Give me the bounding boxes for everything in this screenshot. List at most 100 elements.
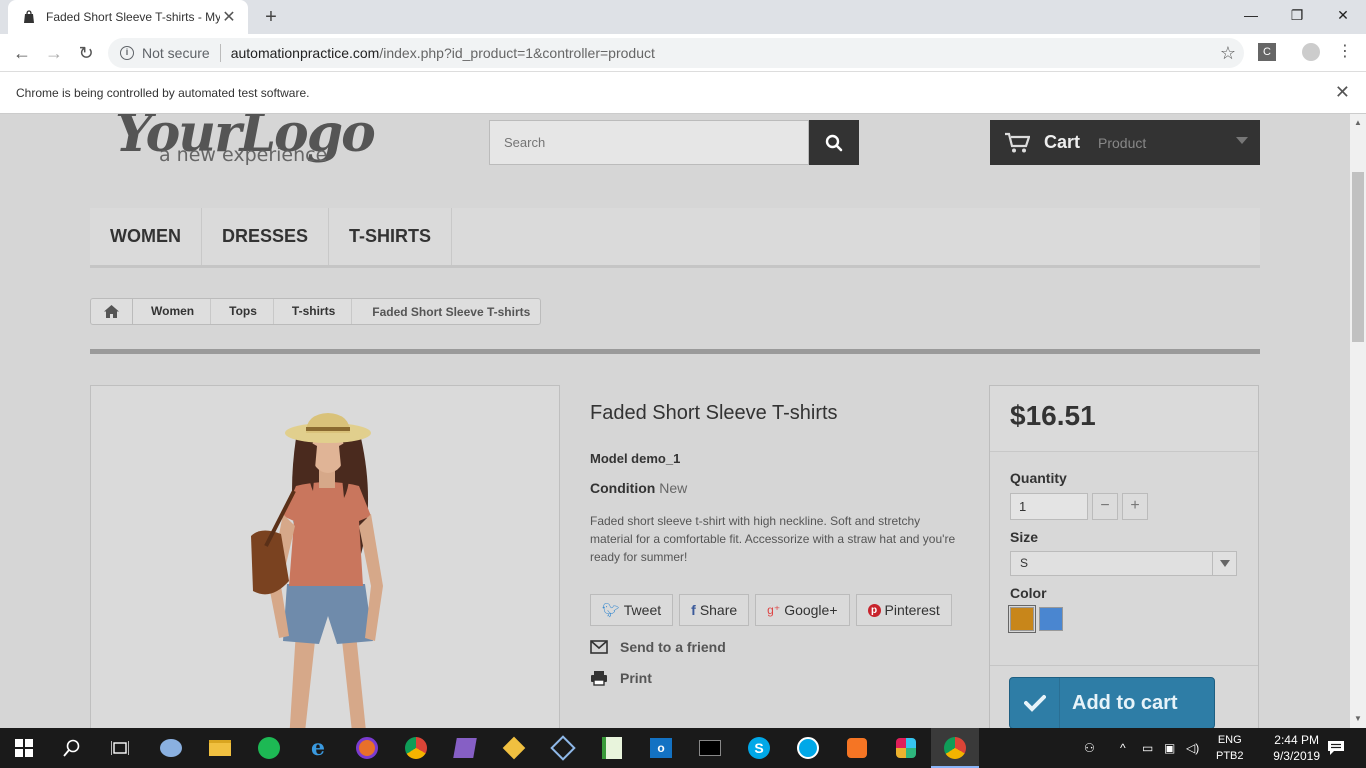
menu-kebab-icon[interactable]: ⋮: [1336, 43, 1354, 61]
facebook-icon: f: [691, 602, 696, 618]
notifications-icon[interactable]: [1322, 734, 1350, 762]
volume-icon[interactable]: ◁): [1186, 741, 1208, 755]
menu-item-dresses[interactable]: DRESSES: [202, 208, 330, 265]
add-to-cart-button[interactable]: Add to cart: [1009, 677, 1215, 728]
infobar-close-icon[interactable]: ✕: [1335, 82, 1350, 103]
clock[interactable]: 2:44 PM 9/3/2019: [1273, 732, 1320, 764]
color-swatch-orange[interactable]: [1008, 605, 1036, 633]
close-window-button[interactable]: ✕: [1320, 0, 1366, 30]
git-app-icon[interactable]: [500, 734, 528, 762]
pinterest-button[interactable]: p Pinterest: [855, 594, 952, 626]
chrome-active-icon[interactable]: [941, 734, 969, 762]
terminal-icon[interactable]: [696, 734, 724, 762]
site-logo[interactable]: YourLogo a new experience: [115, 114, 405, 178]
minimize-button[interactable]: —: [1228, 0, 1274, 30]
search-icon: [825, 134, 843, 151]
model-photo: [251, 413, 383, 728]
restore-button[interactable]: ❐: [1274, 0, 1320, 30]
pinterest-icon: p: [867, 603, 881, 617]
color-label: Color: [1010, 585, 1047, 601]
people-icon[interactable]: ⚇: [1084, 741, 1106, 755]
charts-app-icon[interactable]: [598, 734, 626, 762]
virtualbox-icon[interactable]: [549, 734, 577, 762]
section-divider: [90, 349, 1260, 354]
outlook-icon[interactable]: o: [647, 734, 675, 762]
windows-taskbar: e o S ⚇ ^ ▭ ▣ ◁) ENG PTB2 2:44 PM 9/3/20…: [0, 728, 1366, 768]
profile-avatar-icon[interactable]: [1302, 43, 1320, 61]
address-bar[interactable]: i Not secure automationpractice.com/inde…: [108, 38, 1244, 68]
quantity-label: Quantity: [1010, 470, 1067, 486]
reload-icon[interactable]: ↻: [72, 39, 100, 67]
browser-tab[interactable]: Faded Short Sleeve T-shirts - My ✕: [8, 0, 248, 34]
quantity-input[interactable]: 1: [1010, 493, 1088, 520]
buy-options: Quantity 1 − + Size S Color: [990, 452, 1258, 649]
xampp-icon[interactable]: [843, 734, 871, 762]
checkmark-icon: [1010, 678, 1060, 728]
breadcrumb-tops[interactable]: Tops: [211, 299, 274, 324]
scroll-down-icon[interactable]: ▼: [1350, 712, 1366, 726]
search-form: [489, 120, 859, 165]
menu-item-tshirts[interactable]: T-SHIRTS: [329, 208, 453, 265]
breadcrumb-home[interactable]: [91, 299, 133, 324]
slack-icon[interactable]: [892, 734, 920, 762]
network-icon[interactable]: ▣: [1164, 741, 1186, 755]
tweet-button[interactable]: 🐦︎ Tweet: [590, 594, 674, 626]
google-plus-button[interactable]: g⁺ Google+: [755, 594, 850, 626]
file-explorer-icon[interactable]: [206, 734, 234, 762]
language-indicator[interactable]: ENG PTB2: [1216, 732, 1244, 764]
skype-business-icon[interactable]: [794, 734, 822, 762]
breadcrumb-women[interactable]: Women: [133, 299, 212, 324]
cart-button[interactable]: Cart Product: [990, 120, 1260, 165]
tab-close-icon[interactable]: ✕: [220, 7, 238, 27]
quantity-minus-button[interactable]: −: [1092, 493, 1118, 520]
task-view-icon[interactable]: [106, 734, 134, 762]
social-share: 🐦︎ Tweet f Share g⁺ Google+ p Pinterest: [590, 594, 952, 626]
printer-icon: [591, 671, 607, 686]
product-condition: Condition New: [590, 480, 688, 496]
menu-item-women[interactable]: WOMEN: [90, 208, 202, 265]
product-description: Faded short sleeve t-shirt with high nec…: [590, 514, 956, 564]
scroll-up-icon[interactable]: ▲: [1350, 116, 1366, 130]
spotify-icon[interactable]: [255, 734, 283, 762]
page-scrollbar[interactable]: ▲ ▼: [1350, 114, 1366, 728]
cart-subtitle: Product: [1098, 134, 1147, 151]
search-button[interactable]: [809, 120, 859, 165]
back-icon[interactable]: ←: [8, 39, 36, 67]
cart-dropdown-icon: [1236, 137, 1248, 144]
forward-icon[interactable]: →: [40, 39, 68, 67]
paint-app-icon[interactable]: [157, 734, 185, 762]
product-model: Model demo_1: [590, 451, 681, 466]
print-link[interactable]: Print: [590, 670, 652, 686]
send-to-friend-link[interactable]: Send to a friend: [590, 639, 726, 655]
omnibox-divider: [219, 44, 221, 62]
product-title: Faded Short Sleeve T-shirts: [590, 402, 838, 424]
size-select[interactable]: S: [1010, 551, 1237, 576]
breadcrumb-tshirts[interactable]: T-shirts: [274, 299, 353, 324]
windows-start-icon[interactable]: [10, 734, 38, 762]
url-text: automationpractice.com/index.php?id_prod…: [230, 45, 655, 61]
search-input[interactable]: [489, 120, 809, 165]
product-image[interactable]: [90, 385, 560, 728]
tray-chevron-up-icon[interactable]: ^: [1120, 741, 1142, 755]
facebook-share-button[interactable]: f Share: [679, 594, 750, 626]
info-icon[interactable]: i: [120, 46, 134, 60]
chrome-icon[interactable]: [402, 734, 430, 762]
scroll-thumb[interactable]: [1352, 172, 1364, 342]
extension-icon[interactable]: C: [1258, 43, 1276, 61]
quantity-plus-button[interactable]: +: [1122, 493, 1148, 520]
clock-date: 9/3/2019: [1273, 749, 1320, 763]
security-label: Not secure: [142, 45, 210, 61]
color-swatch-blue[interactable]: [1039, 607, 1063, 631]
twitter-icon: 🐦︎: [602, 601, 620, 618]
visual-studio-icon[interactable]: [451, 734, 479, 762]
battery-icon[interactable]: ▭: [1142, 741, 1164, 755]
breadcrumb: Women Tops T-shirts Faded Short Sleeve T…: [90, 298, 542, 325]
bookmark-star-icon[interactable]: ☆: [1220, 43, 1236, 64]
browser-tab-strip: Faded Short Sleeve T-shirts - My ✕ + — ❐…: [0, 0, 1366, 34]
firefox-icon[interactable]: [353, 734, 381, 762]
breadcrumb-current: Faded Short Sleeve T-shirts: [372, 304, 531, 319]
new-tab-button[interactable]: +: [258, 4, 284, 30]
search-taskbar-icon[interactable]: [58, 734, 86, 762]
skype-icon[interactable]: S: [745, 734, 773, 762]
edge-icon[interactable]: e: [304, 734, 332, 762]
